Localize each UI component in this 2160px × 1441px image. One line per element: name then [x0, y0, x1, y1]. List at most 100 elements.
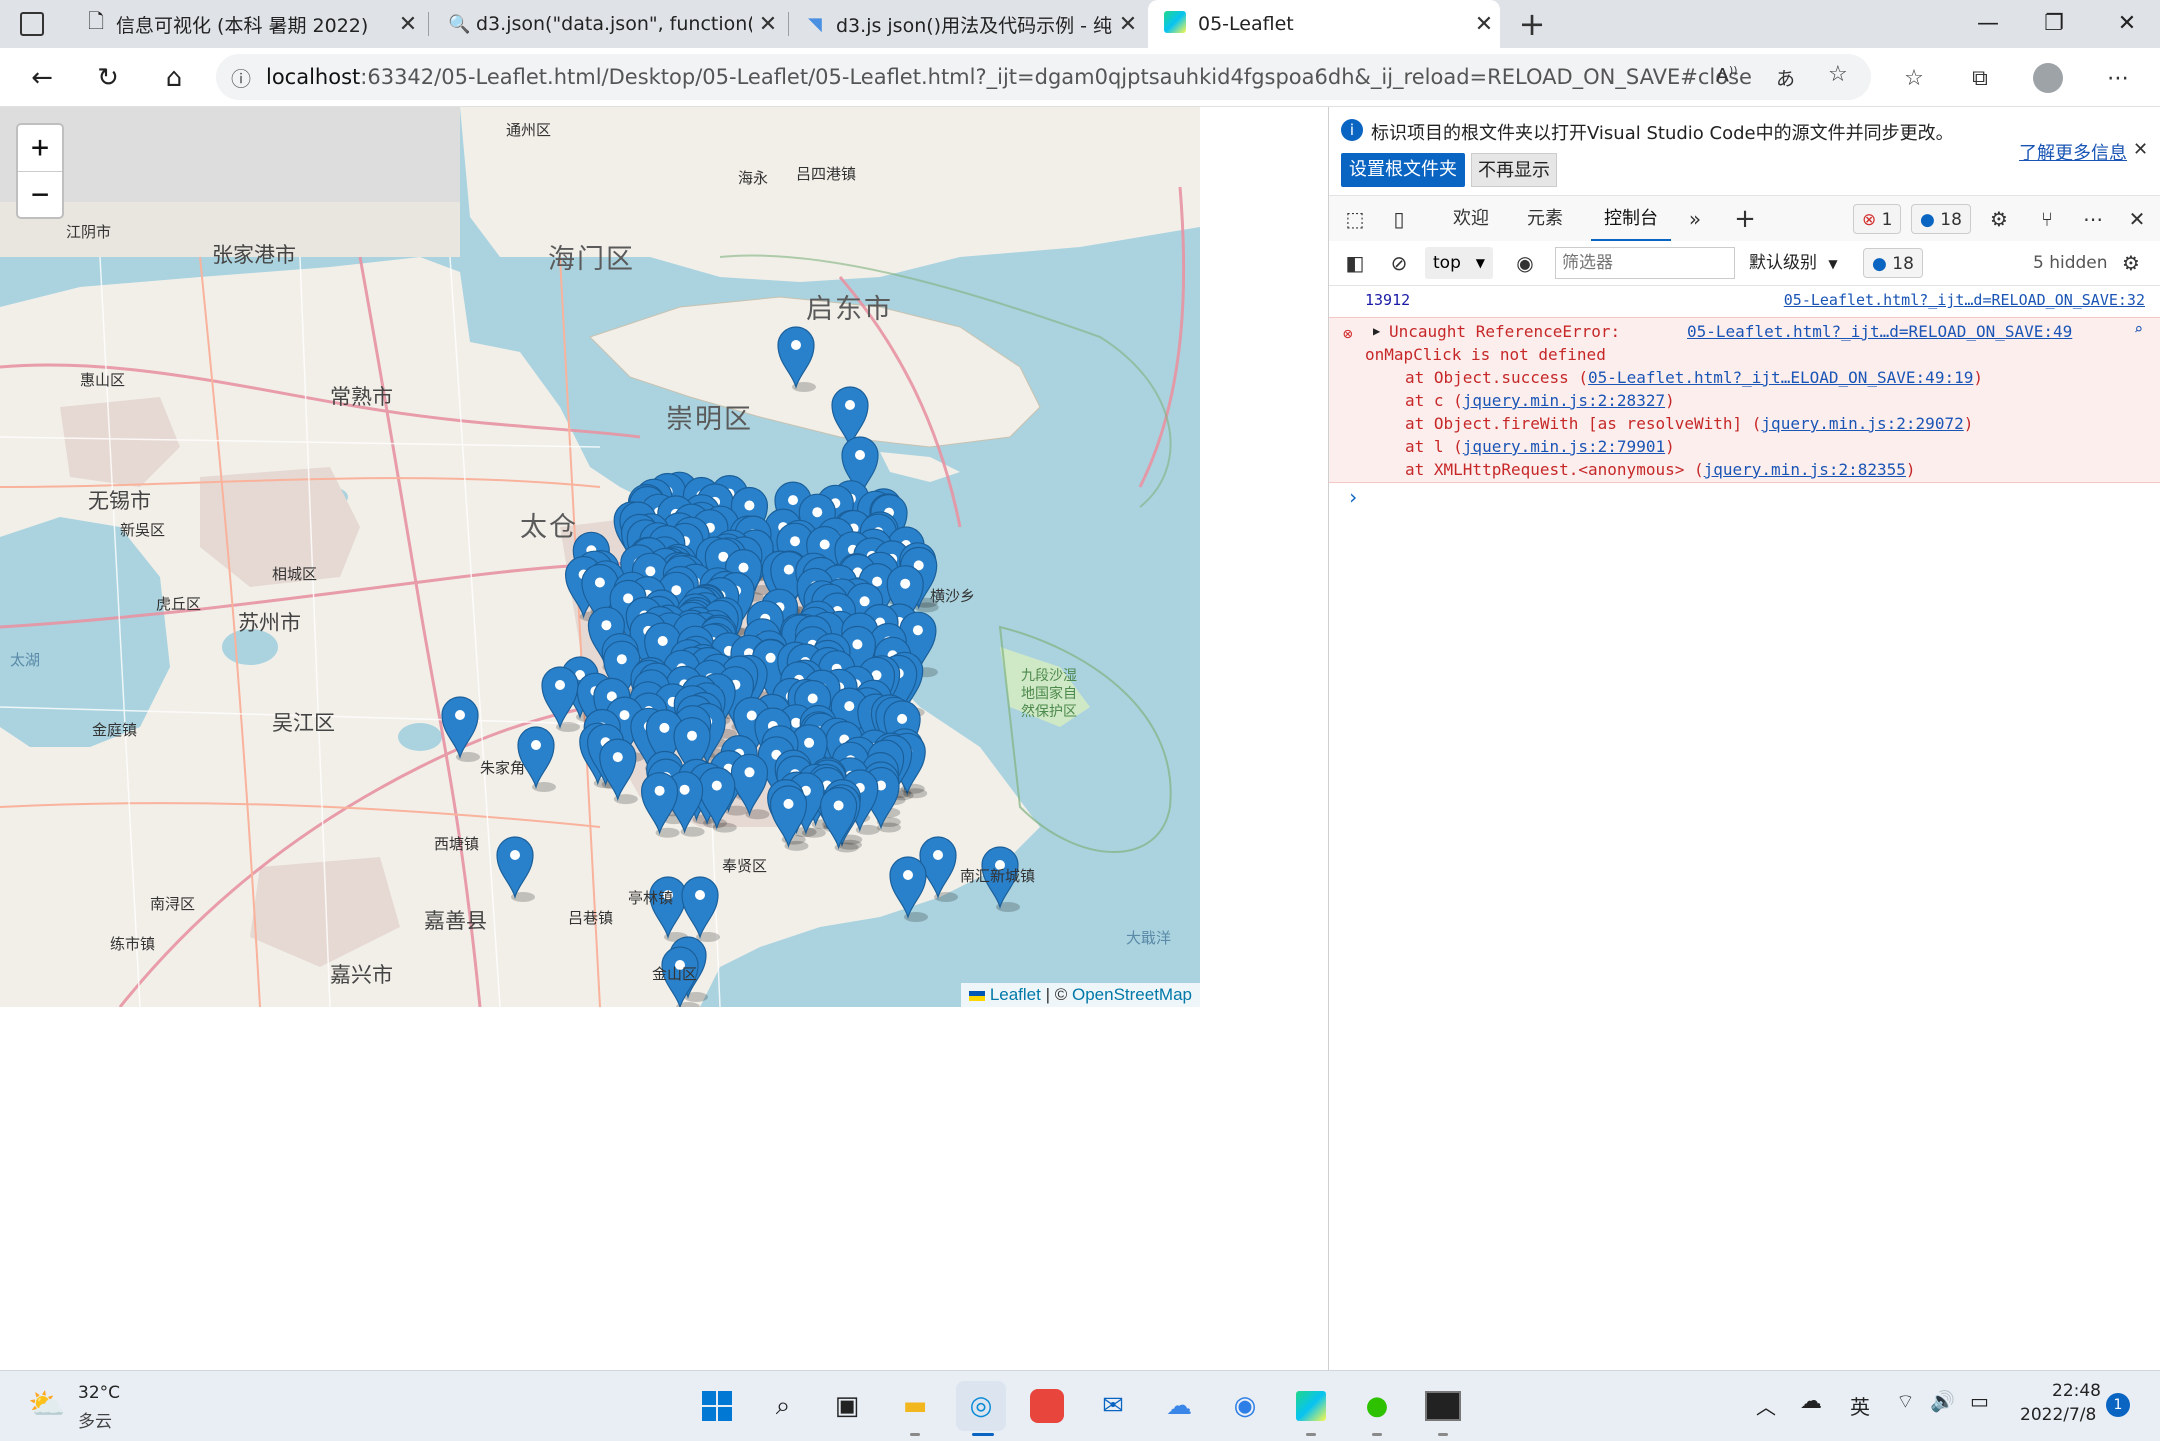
- map-label-jiaxing: 嘉兴市: [330, 963, 393, 987]
- tab-leaflet[interactable]: 05-Leaflet ✕: [1148, 0, 1500, 48]
- live-expression-icon[interactable]: ◉: [1509, 247, 1541, 279]
- close-icon[interactable]: ✕: [752, 12, 784, 37]
- webstorm-icon: [1164, 10, 1198, 38]
- volume-icon[interactable]: 🔊: [1930, 1389, 1955, 1413]
- osm-link[interactable]: OpenStreetMap: [1072, 985, 1192, 1004]
- browser-window: 🗋 信息可视化 (本科 暑期 2022) ✕ 🔍 d3.json("data.j…: [0, 0, 2160, 1370]
- log-source-link[interactable]: 05-Leaflet.html?_ijt…d=RELOAD_ON_SAVE:32: [1784, 291, 2145, 309]
- profile-avatar[interactable]: [2028, 58, 2068, 98]
- stack-link[interactable]: 05-Leaflet.html?_ijt…ELOAD_ON_SAVE:49:19: [1588, 368, 1973, 387]
- browser-app-icon[interactable]: ◉: [1220, 1381, 1270, 1431]
- close-icon[interactable]: ✕: [1112, 12, 1144, 37]
- notification-badge[interactable]: 1: [2106, 1393, 2130, 1417]
- url-field[interactable]: ⓘ localhost:63342/05-Leaflet.html/Deskto…: [216, 54, 1871, 100]
- filter-message-badge[interactable]: ● 18: [1863, 248, 1923, 278]
- new-tab-button[interactable]: +: [1510, 0, 1554, 48]
- weather-icon[interactable]: ⛅: [28, 1387, 65, 1422]
- filter-input[interactable]: [1555, 247, 1735, 279]
- settings-icon[interactable]: ⚙: [1983, 203, 2015, 235]
- home-button[interactable]: ⌂: [152, 56, 196, 100]
- clear-console-icon[interactable]: ⊘: [1383, 247, 1415, 279]
- device-emulation-icon[interactable]: ▯: [1383, 203, 1415, 235]
- tab-actions-icon[interactable]: [20, 12, 44, 36]
- error-count: 1: [1881, 210, 1893, 230]
- tab-title: d3.json("data.json", function(data: [476, 13, 752, 35]
- map-label-zhangjiagang: 张家港市: [212, 243, 296, 267]
- stack-link[interactable]: jquery.min.js:2:79901: [1463, 437, 1665, 456]
- error-message: onMapClick is not defined: [1365, 345, 1606, 364]
- start-icon[interactable]: [692, 1381, 742, 1431]
- inspect-icon[interactable]: ⬚: [1339, 203, 1371, 235]
- more-icon[interactable]: ⋯: [2098, 58, 2138, 98]
- more-tabs-icon[interactable]: »: [1679, 203, 1711, 235]
- back-button[interactable]: ←: [20, 56, 64, 100]
- search-icon[interactable]: ⌕: [758, 1381, 808, 1431]
- map-marker[interactable]: [889, 856, 928, 922]
- huawei-icon[interactable]: [1022, 1381, 1072, 1431]
- close-devtools-icon[interactable]: ✕: [2121, 203, 2153, 235]
- add-tab-icon[interactable]: +: [1729, 203, 1761, 235]
- search-icon[interactable]: ⌕: [2134, 320, 2143, 338]
- stack-link[interactable]: jquery.min.js:2:28327: [1463, 391, 1665, 410]
- context-select[interactable]: top ▼: [1425, 247, 1493, 279]
- favorites-icon[interactable]: ☆: [1894, 58, 1934, 98]
- collections-icon[interactable]: ⧉: [1960, 58, 2000, 98]
- zoom-in-button[interactable]: +: [18, 125, 62, 172]
- clock-time[interactable]: 22:48: [2052, 1381, 2101, 1401]
- restore-button[interactable]: ❐: [2021, 0, 2087, 48]
- close-icon[interactable]: ✕: [392, 12, 424, 37]
- translate-icon[interactable]: あ: [1776, 64, 1795, 91]
- error-source-link[interactable]: 05-Leaflet.html?_ijt…d=RELOAD_ON_SAVE:49: [1687, 322, 2072, 341]
- clock-date[interactable]: 2022/7/8: [2020, 1405, 2096, 1425]
- weather-temp: 32°C: [78, 1383, 121, 1403]
- document-icon: 🗋: [88, 9, 105, 33]
- tab-d3-json[interactable]: 🔍 d3.json("data.json", function(data ✕: [432, 0, 784, 48]
- tab-title: 05-Leaflet: [1198, 13, 1294, 35]
- edge-icon[interactable]: ◎: [956, 1381, 1006, 1431]
- task-view-icon[interactable]: ▣: [822, 1381, 872, 1431]
- tab-console[interactable]: 控制台: [1591, 196, 1671, 242]
- message-icon: ●: [1920, 210, 1935, 230]
- onedrive-icon[interactable]: ☁: [1800, 1389, 1822, 1414]
- stack-link[interactable]: jquery.min.js:2:29072: [1761, 414, 1963, 433]
- refresh-button[interactable]: ↻: [86, 56, 130, 100]
- tab-d3-usage[interactable]: ◥ d3.js json()用法及代码示例 - 纯净 ✕: [792, 0, 1144, 48]
- tab-elements[interactable]: 元素: [1515, 196, 1575, 242]
- leaflet-map[interactable]: 海门区 启东市 崇明区 太仓 苏州市 无锡市 吴江区 嘉善县 嘉兴市 通州区 张…: [0, 107, 1200, 1007]
- minimize-button[interactable]: —: [1955, 0, 2021, 48]
- more-options-icon[interactable]: ⋯: [2077, 203, 2109, 235]
- map-label-xitang: 西塘镇: [434, 835, 480, 853]
- webstorm-icon[interactable]: [1286, 1381, 1336, 1431]
- ime-indicator[interactable]: 英: [1850, 1391, 1870, 1420]
- default-levels-dropdown[interactable]: 默认级别 ▼: [1749, 247, 1838, 279]
- tab-welcome[interactable]: 欢迎: [1441, 196, 1501, 242]
- chevron-up-icon[interactable]: ︿: [1756, 1391, 1776, 1420]
- connect-icon[interactable]: ⑂: [2031, 203, 2063, 235]
- console-prompt[interactable]: ›: [1347, 485, 1359, 509]
- error-badge[interactable]: ⊗ 1: [1853, 204, 1902, 234]
- battery-icon[interactable]: ▭: [1970, 1389, 1989, 1413]
- wechat-icon[interactable]: ●: [1352, 1381, 1402, 1431]
- sidebar-toggle-icon[interactable]: ◧: [1339, 247, 1371, 279]
- leaflet-link[interactable]: Leaflet: [990, 985, 1041, 1004]
- console-settings-icon[interactable]: ⚙: [2115, 247, 2147, 279]
- close-infobar-icon[interactable]: ✕: [2133, 139, 2148, 160]
- message-badge[interactable]: ● 18: [1911, 204, 1971, 234]
- close-icon[interactable]: ✕: [1468, 12, 1500, 37]
- expand-arrow-icon[interactable]: ▶: [1373, 324, 1380, 338]
- read-aloud-icon[interactable]: A)): [1716, 64, 1738, 86]
- zoom-out-button[interactable]: −: [18, 172, 62, 218]
- dont-show-again-button[interactable]: 不再显示: [1471, 153, 1557, 187]
- terminal-icon[interactable]: [1418, 1381, 1468, 1431]
- mail-icon[interactable]: ✉: [1088, 1381, 1138, 1431]
- window-close-button[interactable]: ✕: [2094, 0, 2160, 48]
- learn-more-link[interactable]: 了解更多信息: [2019, 139, 2127, 165]
- wifi-icon[interactable]: ⌔: [1896, 1389, 1915, 1414]
- file-explorer-icon[interactable]: ▬: [890, 1381, 940, 1431]
- stack-link[interactable]: jquery.min.js:2:82355: [1704, 460, 1906, 479]
- set-root-folder-button[interactable]: 设置根文件夹: [1341, 153, 1465, 187]
- favorite-add-icon[interactable]: ☆: [1828, 62, 1848, 87]
- site-info-icon[interactable]: ⓘ: [216, 63, 266, 92]
- tab-info-vis[interactable]: 🗋 信息可视化 (本科 暑期 2022) ✕: [72, 0, 424, 48]
- cloud-app-icon[interactable]: ☁: [1154, 1381, 1204, 1431]
